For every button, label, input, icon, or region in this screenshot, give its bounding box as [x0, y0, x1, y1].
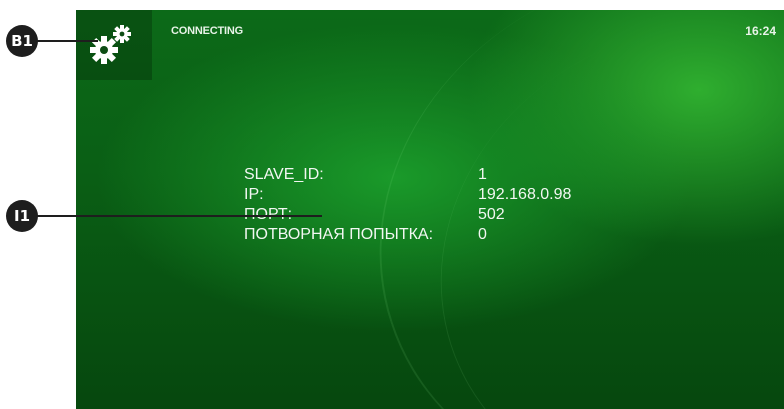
connection-status: CONNECTING — [171, 25, 243, 37]
retry-label: ПОТВОРНАЯ ПОПЫТКА: — [244, 226, 434, 243]
callout-b1: B1 — [6, 25, 38, 57]
settings-button[interactable] — [76, 10, 152, 80]
slave-id-label: SLAVE_ID: — [244, 166, 324, 183]
callout-i1-line — [36, 215, 322, 217]
slave-id-value: 1 — [478, 166, 487, 183]
callout-i1-label: I1 — [13, 207, 31, 225]
top-bar: CONNECTING 16:24 — [76, 10, 784, 38]
retry-value: 0 — [478, 226, 487, 243]
callout-b1-line — [36, 40, 98, 42]
callout-i1: I1 — [6, 200, 38, 232]
port-value: 502 — [478, 206, 505, 223]
device-screen: CONNECTING 16:24 SLAVE_ID: 1 IP: 192.168… — [76, 10, 784, 409]
ip-value: 192.168.0.98 — [478, 186, 572, 203]
manual-figure: B1 I1 CONNECTING 16:24 SLAVE_ID: 1 IP: 1… — [0, 0, 784, 409]
gears-icon — [90, 25, 131, 64]
ip-label: IP: — [244, 186, 264, 203]
callout-b1-label: B1 — [11, 32, 33, 50]
clock: 16:24 — [745, 24, 776, 38]
